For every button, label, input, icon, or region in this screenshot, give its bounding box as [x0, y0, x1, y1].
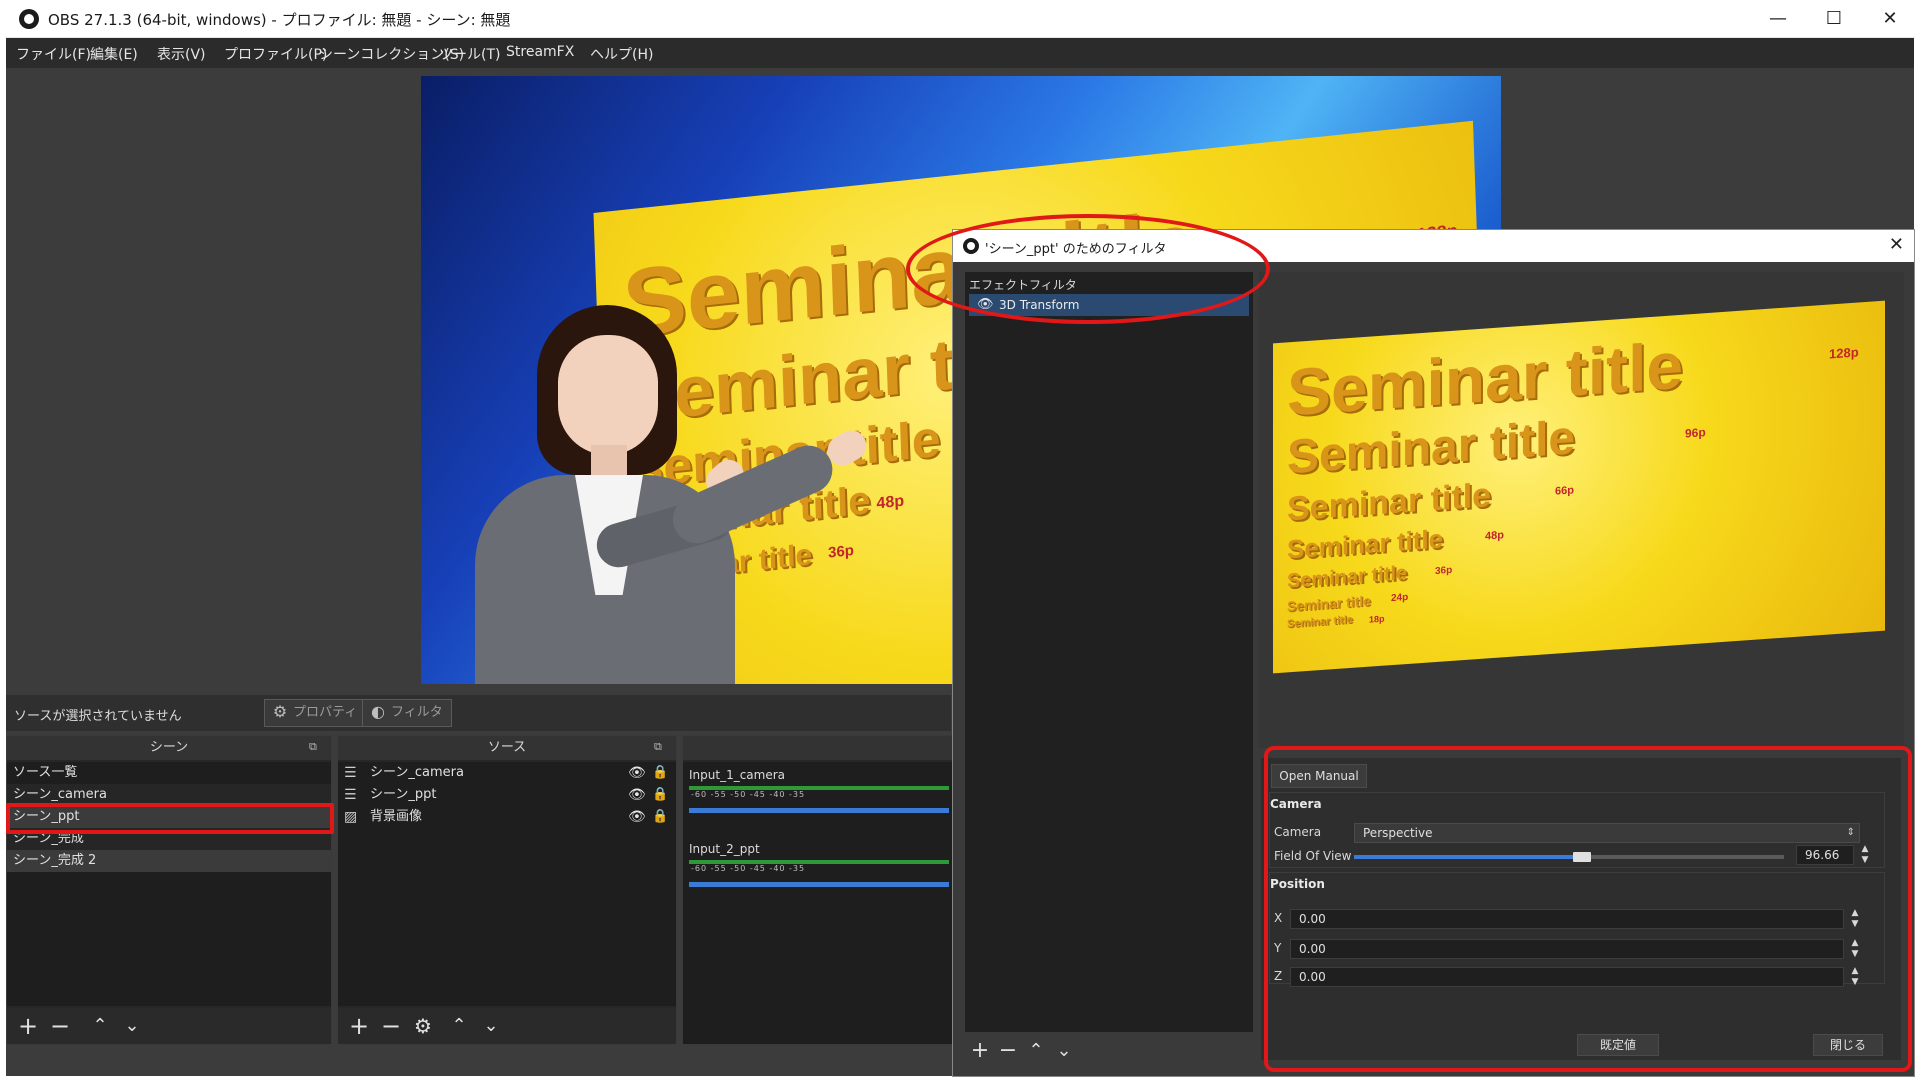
title-bar: OBS 27.1.3 (64-bit, windows) - プロファイル: 無… — [6, 0, 1914, 38]
menu-profile[interactable]: プロファイル(P) — [224, 44, 327, 64]
move-up-icon[interactable]: ⌃ — [85, 1011, 115, 1041]
slide-line: Seminar title — [1287, 523, 1444, 565]
slide-size-label: 48p — [1485, 529, 1504, 543]
eye-icon[interactable]: 👁 — [628, 808, 646, 826]
move-down-icon[interactable]: ⌄ — [117, 1011, 147, 1041]
filters-label: フィルタ — [391, 705, 443, 720]
maximize-button[interactable]: ☐ — [1812, 4, 1856, 34]
slide-size-label: 24p — [1391, 591, 1409, 605]
move-down-icon[interactable]: ⌄ — [476, 1011, 506, 1041]
highlight-box — [1264, 746, 1912, 1072]
slide-line: Seminar title — [1287, 562, 1408, 593]
source-label: シーン_camera — [370, 765, 464, 780]
filter-preview: Seminar title 128p Seminar title 96p Sem… — [1259, 272, 1904, 748]
eye-icon[interactable]: 👁 — [628, 786, 646, 804]
add-scene-button[interactable]: + — [13, 1011, 43, 1041]
presenter-image — [455, 305, 875, 684]
slide-line: Seminar title — [1287, 476, 1492, 529]
transformed-slide-image: Seminar title 128p Seminar title 96p Sem… — [1273, 300, 1885, 674]
source-label: シーン_ppt — [370, 787, 437, 802]
close-button[interactable]: ✕ — [1868, 4, 1912, 34]
scene-item[interactable]: シーン_完成 2 — [7, 850, 331, 872]
audio-mixer-dock: Input_1_camera -60 -55 -50 -45 -40 -35 I… — [682, 735, 953, 1045]
scene-list: ソース一覧 シーン_camera シーン_ppt シーン_完成 シーン_完成 2 — [7, 762, 331, 1006]
filter-icon: ◐ — [371, 702, 385, 721]
filters-button[interactable]: ◐ フィルタ — [362, 699, 452, 727]
remove-source-button[interactable]: − — [376, 1011, 406, 1041]
move-down-icon[interactable]: ⌄ — [1051, 1036, 1077, 1066]
minimize-button[interactable]: — — [1756, 4, 1800, 34]
lock-icon[interactable]: 🔒 — [652, 808, 668, 826]
mixer-channel-name: Input_2_ppt — [689, 842, 760, 856]
source-item[interactable]: ☰ シーン_ppt 👁 🔒 — [338, 784, 676, 806]
highlight-ellipse — [906, 214, 1270, 324]
slide-size-label: 36p — [1435, 564, 1453, 578]
sources-header: ソース — [338, 736, 676, 760]
source-label: 背景画像 — [370, 809, 423, 824]
mixer-list: Input_1_camera -60 -55 -50 -45 -40 -35 I… — [683, 762, 952, 1044]
mixer-header — [683, 736, 952, 760]
menu-view[interactable]: 表示(V) — [157, 44, 206, 64]
slide-size-label: 96p — [1685, 425, 1706, 441]
slide-size-label: 66p — [1555, 484, 1574, 498]
meter-ticks: -60 -55 -50 -45 -40 -35 — [691, 864, 806, 873]
list-icon: ☰ — [344, 787, 357, 803]
menu-file[interactable]: ファイル(F) — [16, 44, 91, 64]
mixer-channel-name: Input_1_camera — [689, 768, 786, 782]
sources-dock: ソース ⧉ ☰ シーン_camera 👁 🔒 ☰ シーン_ppt 👁 🔒 ▨ 背… — [337, 735, 677, 1045]
menu-bar: ファイル(F) 編集(E) 表示(V) プロファイル(P) シーンコレクション(… — [6, 38, 1914, 68]
remove-scene-button[interactable]: − — [45, 1011, 75, 1041]
volume-slider[interactable] — [689, 808, 949, 813]
add-filter-button[interactable]: + — [967, 1036, 993, 1066]
meter-ticks: -60 -55 -50 -45 -40 -35 — [691, 790, 806, 799]
slide-size-label: 18p — [1369, 613, 1385, 625]
source-item[interactable]: ▨ 背景画像 👁 🔒 — [338, 806, 676, 828]
remove-filter-button[interactable]: − — [995, 1036, 1021, 1066]
close-icon[interactable]: ✕ — [1889, 234, 1904, 255]
slide-size-label: 48p — [876, 492, 905, 513]
obs-logo-icon — [19, 9, 39, 29]
gear-icon: ⚙ — [272, 702, 288, 721]
volume-slider[interactable] — [689, 882, 949, 887]
scene-item[interactable]: ソース一覧 — [7, 762, 331, 784]
effect-filter-list: エフェクトフィルタ 👁 3D Transform — [965, 272, 1253, 1032]
menu-help[interactable]: ヘルプ(H) — [590, 44, 653, 64]
slide-line: Seminar title — [1287, 613, 1354, 631]
slide-line: Seminar title — [1287, 592, 1372, 615]
lock-icon[interactable]: 🔒 — [652, 786, 668, 804]
menu-tools[interactable]: ツール(T) — [439, 44, 500, 64]
menu-edit[interactable]: 編集(E) — [90, 44, 138, 64]
no-source-label: ソースが選択されていません — [14, 709, 182, 724]
menu-streamfx[interactable]: StreamFX — [506, 44, 574, 60]
source-toolbar: ソースが選択されていません ⚙ プロパティ ◐ フィルタ — [6, 695, 951, 731]
move-up-icon[interactable]: ⌃ — [1023, 1036, 1049, 1066]
scenes-header: シーン — [7, 736, 331, 760]
slide-size-label: 128p — [1829, 344, 1859, 362]
scenes-dock: シーン ⧉ ソース一覧 シーン_camera シーン_ppt シーン_完成 シー… — [6, 735, 332, 1045]
undock-icon[interactable]: ⧉ — [309, 740, 323, 754]
add-source-button[interactable]: + — [344, 1011, 374, 1041]
move-up-icon[interactable]: ⌃ — [444, 1011, 474, 1041]
lock-icon[interactable]: 🔒 — [652, 764, 668, 782]
properties-button[interactable]: ⚙ プロパティ — [264, 699, 367, 727]
undock-icon[interactable]: ⧉ — [654, 740, 668, 754]
eye-icon[interactable]: 👁 — [628, 764, 646, 782]
scene-controls: + − ⌃ ⌄ — [7, 1008, 331, 1044]
source-controls: + − ⚙ ⌃ ⌄ — [338, 1008, 676, 1044]
image-icon: ▨ — [344, 809, 358, 825]
gear-icon[interactable]: ⚙ — [408, 1011, 438, 1041]
slide-line: Seminar title — [1287, 327, 1684, 430]
source-list: ☰ シーン_camera 👁 🔒 ☰ シーン_ppt 👁 🔒 ▨ 背景画像 👁 … — [338, 762, 676, 1006]
window-title: OBS 27.1.3 (64-bit, windows) - プロファイル: 無… — [48, 11, 511, 29]
properties-label: プロパティ — [293, 705, 358, 720]
source-item[interactable]: ☰ シーン_camera 👁 🔒 — [338, 762, 676, 784]
highlight-box — [6, 803, 334, 834]
list-icon: ☰ — [344, 765, 357, 781]
